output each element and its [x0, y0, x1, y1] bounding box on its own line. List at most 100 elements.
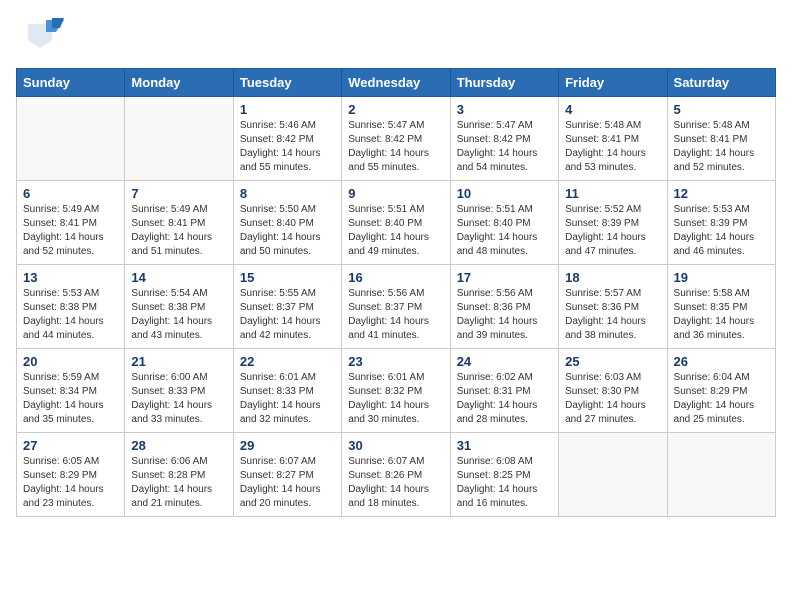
day-number: 2	[348, 102, 443, 117]
weekday-header-monday: Monday	[125, 69, 233, 97]
day-number: 19	[674, 270, 769, 285]
calendar-cell: 3 Sunrise: 5:47 AM Sunset: 8:42 PM Daylig…	[450, 97, 558, 181]
calendar-cell: 27 Sunrise: 6:05 AM Sunset: 8:29 PM Dayli…	[17, 433, 125, 517]
day-number: 10	[457, 186, 552, 201]
day-number: 27	[23, 438, 118, 453]
weekday-header-sunday: Sunday	[17, 69, 125, 97]
day-info: Sunrise: 6:03 AM Sunset: 8:30 PM Dayligh…	[565, 371, 660, 427]
weekday-header-thursday: Thursday	[450, 69, 558, 97]
day-info: Sunrise: 5:56 AM Sunset: 8:36 PM Dayligh…	[457, 287, 552, 343]
calendar-cell: 25 Sunrise: 6:03 AM Sunset: 8:30 PM Dayli…	[559, 349, 667, 433]
day-number: 8	[240, 186, 335, 201]
calendar-cell: 11 Sunrise: 5:52 AM Sunset: 8:39 PM Dayli…	[559, 181, 667, 265]
calendar-cell	[667, 433, 775, 517]
day-info: Sunrise: 6:00 AM Sunset: 8:33 PM Dayligh…	[131, 371, 226, 427]
weekday-header-saturday: Saturday	[667, 69, 775, 97]
calendar-cell: 1 Sunrise: 5:46 AM Sunset: 8:42 PM Daylig…	[233, 97, 341, 181]
calendar-cell: 26 Sunrise: 6:04 AM Sunset: 8:29 PM Dayli…	[667, 349, 775, 433]
day-info: Sunrise: 5:52 AM Sunset: 8:39 PM Dayligh…	[565, 203, 660, 259]
day-info: Sunrise: 5:50 AM Sunset: 8:40 PM Dayligh…	[240, 203, 335, 259]
day-number: 12	[674, 186, 769, 201]
day-number: 16	[348, 270, 443, 285]
weekday-header-wednesday: Wednesday	[342, 69, 450, 97]
calendar-cell: 13 Sunrise: 5:53 AM Sunset: 8:38 PM Dayli…	[17, 265, 125, 349]
calendar-cell: 28Sunrise: 6:06 AM Sunset: 8:28 PM Dayli…	[125, 433, 233, 517]
calendar-body: 1 Sunrise: 5:46 AM Sunset: 8:42 PM Daylig…	[17, 97, 776, 517]
calendar-cell: 8 Sunrise: 5:50 AM Sunset: 8:40 PM Daylig…	[233, 181, 341, 265]
logo	[16, 16, 68, 56]
calendar-cell: 31Sunrise: 6:08 AM Sunset: 8:25 PM Dayli…	[450, 433, 558, 517]
day-number: 14	[131, 270, 226, 285]
calendar-cell: 14Sunrise: 5:54 AM Sunset: 8:38 PM Dayli…	[125, 265, 233, 349]
day-number: 11	[565, 186, 660, 201]
day-info: Sunrise: 5:49 AM Sunset: 8:41 PM Dayligh…	[131, 203, 226, 259]
day-number: 3	[457, 102, 552, 117]
day-number: 4	[565, 102, 660, 117]
day-number: 20	[23, 354, 118, 369]
day-info: Sunrise: 5:53 AM Sunset: 8:38 PM Dayligh…	[23, 287, 118, 343]
day-info: Sunrise: 5:53 AM Sunset: 8:39 PM Dayligh…	[674, 203, 769, 259]
day-number: 21	[131, 354, 226, 369]
day-info: Sunrise: 6:01 AM Sunset: 8:32 PM Dayligh…	[348, 371, 443, 427]
calendar-cell: 15 Sunrise: 5:55 AM Sunset: 8:37 PM Dayli…	[233, 265, 341, 349]
calendar-cell: 5 Sunrise: 5:48 AM Sunset: 8:41 PM Daylig…	[667, 97, 775, 181]
day-info: Sunrise: 5:56 AM Sunset: 8:37 PM Dayligh…	[348, 287, 443, 343]
weekday-header-tuesday: Tuesday	[233, 69, 341, 97]
calendar-cell: 20 Sunrise: 5:59 AM Sunset: 8:34 PM Dayli…	[17, 349, 125, 433]
day-info: Sunrise: 6:05 AM Sunset: 8:29 PM Dayligh…	[23, 455, 118, 511]
day-info: Sunrise: 6:07 AM Sunset: 8:26 PM Dayligh…	[348, 455, 443, 511]
calendar-cell: 19Sunrise: 5:58 AM Sunset: 8:35 PM Dayli…	[667, 265, 775, 349]
page-header	[16, 16, 776, 56]
day-info: Sunrise: 6:02 AM Sunset: 8:31 PM Dayligh…	[457, 371, 552, 427]
calendar-cell: 10 Sunrise: 5:51 AM Sunset: 8:40 PM Dayli…	[450, 181, 558, 265]
calendar-week-1: 1 Sunrise: 5:46 AM Sunset: 8:42 PM Daylig…	[17, 97, 776, 181]
day-info: Sunrise: 5:47 AM Sunset: 8:42 PM Dayligh…	[348, 119, 443, 175]
day-info: Sunrise: 5:48 AM Sunset: 8:41 PM Dayligh…	[674, 119, 769, 175]
day-number: 5	[674, 102, 769, 117]
calendar-week-5: 27 Sunrise: 6:05 AM Sunset: 8:29 PM Dayli…	[17, 433, 776, 517]
day-number: 17	[457, 270, 552, 285]
calendar-cell: 9 Sunrise: 5:51 AM Sunset: 8:40 PM Daylig…	[342, 181, 450, 265]
day-info: Sunrise: 6:07 AM Sunset: 8:27 PM Dayligh…	[240, 455, 335, 511]
calendar-cell: 17 Sunrise: 5:56 AM Sunset: 8:36 PM Dayli…	[450, 265, 558, 349]
day-number: 25	[565, 354, 660, 369]
calendar-cell: 23Sunrise: 6:01 AM Sunset: 8:32 PM Dayli…	[342, 349, 450, 433]
day-number: 26	[674, 354, 769, 369]
weekday-header-row: SundayMondayTuesdayWednesdayThursdayFrid…	[17, 69, 776, 97]
day-info: Sunrise: 5:49 AM Sunset: 8:41 PM Dayligh…	[23, 203, 118, 259]
logo-icon	[16, 16, 64, 56]
day-info: Sunrise: 6:04 AM Sunset: 8:29 PM Dayligh…	[674, 371, 769, 427]
day-number: 7	[131, 186, 226, 201]
calendar-cell	[125, 97, 233, 181]
calendar-table: SundayMondayTuesdayWednesdayThursdayFrid…	[16, 68, 776, 517]
day-number: 28	[131, 438, 226, 453]
calendar-cell: 12 Sunrise: 5:53 AM Sunset: 8:39 PM Dayli…	[667, 181, 775, 265]
day-number: 18	[565, 270, 660, 285]
calendar-cell: 24Sunrise: 6:02 AM Sunset: 8:31 PM Dayli…	[450, 349, 558, 433]
day-number: 9	[348, 186, 443, 201]
day-number: 29	[240, 438, 335, 453]
day-number: 31	[457, 438, 552, 453]
day-info: Sunrise: 5:46 AM Sunset: 8:42 PM Dayligh…	[240, 119, 335, 175]
calendar-cell: 2 Sunrise: 5:47 AM Sunset: 8:42 PM Daylig…	[342, 97, 450, 181]
day-info: Sunrise: 5:59 AM Sunset: 8:34 PM Dayligh…	[23, 371, 118, 427]
calendar-cell: 6Sunrise: 5:49 AM Sunset: 8:41 PM Daylig…	[17, 181, 125, 265]
calendar-week-3: 13 Sunrise: 5:53 AM Sunset: 8:38 PM Dayli…	[17, 265, 776, 349]
calendar-cell: 29 Sunrise: 6:07 AM Sunset: 8:27 PM Dayli…	[233, 433, 341, 517]
day-info: Sunrise: 5:51 AM Sunset: 8:40 PM Dayligh…	[348, 203, 443, 259]
day-number: 15	[240, 270, 335, 285]
day-info: Sunrise: 6:01 AM Sunset: 8:33 PM Dayligh…	[240, 371, 335, 427]
day-number: 1	[240, 102, 335, 117]
day-info: Sunrise: 5:47 AM Sunset: 8:42 PM Dayligh…	[457, 119, 552, 175]
day-number: 13	[23, 270, 118, 285]
weekday-header-friday: Friday	[559, 69, 667, 97]
calendar-cell: 22Sunrise: 6:01 AM Sunset: 8:33 PM Dayli…	[233, 349, 341, 433]
day-info: Sunrise: 5:55 AM Sunset: 8:37 PM Dayligh…	[240, 287, 335, 343]
calendar-cell	[17, 97, 125, 181]
day-number: 30	[348, 438, 443, 453]
calendar-cell: 21 Sunrise: 6:00 AM Sunset: 8:33 PM Dayli…	[125, 349, 233, 433]
calendar-cell: 18Sunrise: 5:57 AM Sunset: 8:36 PM Dayli…	[559, 265, 667, 349]
calendar-cell	[559, 433, 667, 517]
calendar-week-2: 6Sunrise: 5:49 AM Sunset: 8:41 PM Daylig…	[17, 181, 776, 265]
day-info: Sunrise: 5:51 AM Sunset: 8:40 PM Dayligh…	[457, 203, 552, 259]
